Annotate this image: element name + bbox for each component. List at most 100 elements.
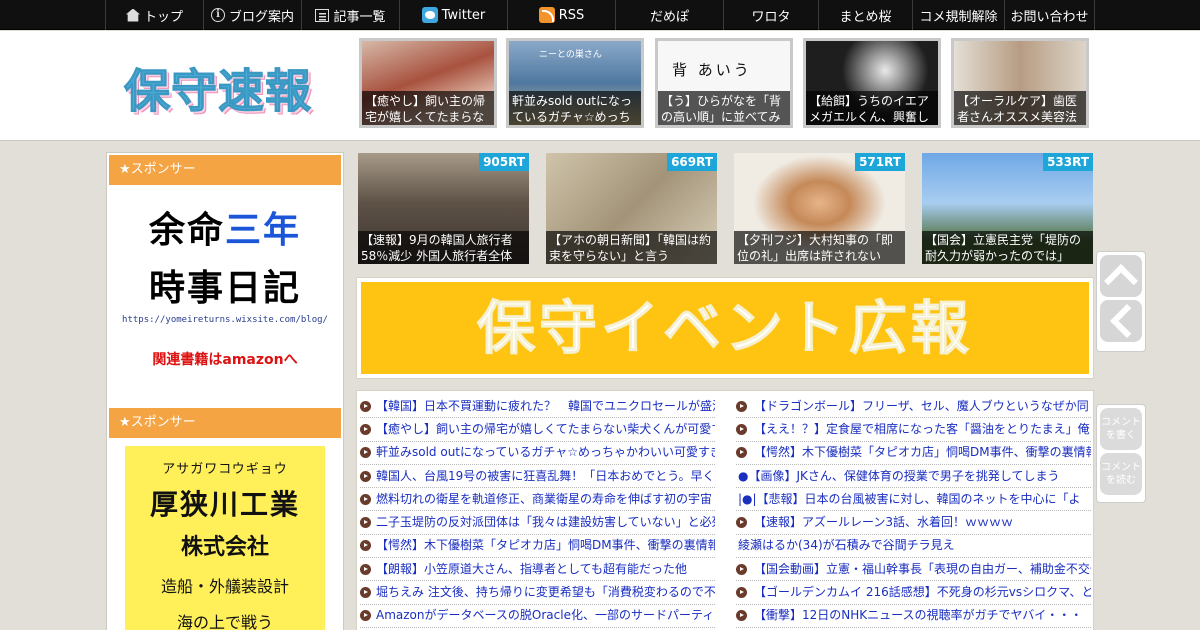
list-item[interactable]: ●【画像】JKさん、保健体育の授業で男子を挑発してしまう (736, 465, 1091, 489)
link-text: 【ドラゴンボール】フリーザ、セル、魔人ブウというなぜか同じ (754, 398, 1091, 413)
ranking-card[interactable]: 571RT 【夕刊フジ】大村知事の「即位の礼」出席は許されない (734, 153, 905, 264)
nav-damepo[interactable]: だめぽ (615, 0, 723, 30)
list-item[interactable]: 【ゴールデンカムイ 216話感想】不死身の杉元vsシロクマ、とん (736, 581, 1091, 605)
header-thumb[interactable]: ニーとの巣さん 軒並みsold outになっているガチャ☆めっちゃかわいい (506, 38, 644, 128)
nav-contact[interactable]: お問い合わせ (1004, 0, 1095, 30)
nav-label: RSS (558, 7, 585, 23)
floating-comment-panel: コメントを書く コメントを読む (1096, 404, 1146, 503)
list-item[interactable]: 【朗報】小笠原道大さん、指導者としても超有能だった他 (360, 558, 715, 582)
ad-company-name: 厚狭川工業 (149, 488, 300, 521)
back-button[interactable] (1100, 300, 1144, 342)
event-banner-text: 保守イベント広報 (361, 282, 1089, 374)
info-icon: i (210, 8, 225, 22)
site-logo[interactable]: 保守速報 (124, 55, 312, 121)
ad-company-type: 株式会社 (180, 535, 269, 560)
nav-label: お問い合わせ (1010, 9, 1089, 25)
list-item[interactable]: 【韓国】日本不買運動に疲れた？ 韓国でユニクロセールが盛況 (360, 395, 715, 419)
retweet-count-badge: 571RT (855, 153, 905, 171)
nav-matome-sakura[interactable]: まとめ桜 (818, 0, 912, 30)
read-comment-button[interactable]: コメントを読む (1100, 453, 1142, 495)
arrow-bullet-icon (736, 563, 747, 575)
header-thumb[interactable]: 【癒やし】飼い主の帰宅が嬉しくてたまらない柴犬くん (359, 38, 497, 128)
arrow-bullet-icon (360, 400, 371, 412)
floating-nav-panel (1096, 251, 1146, 352)
list-icon (315, 8, 330, 22)
thumb-overlay-text: 背 あいう (672, 61, 752, 79)
ad-business: 造船・外艤装設計 (160, 577, 289, 596)
arrow-bullet-icon (360, 447, 371, 459)
ranking-caption: 【夕刊フジ】大村知事の「即位の礼」出席は許されない (734, 231, 905, 264)
ranking-card[interactable]: 669RT 【アホの朝日新聞】「韓国は約束を守らない」と言う (546, 153, 717, 264)
list-item[interactable]: |●|【悲報】日本の台風被害に対し、韓国のネットを中心に「よ (736, 488, 1091, 512)
rss-icon (538, 7, 555, 23)
article-link-list: 【韓国】日本不買運動に疲れた？ 韓国でユニクロセールが盛況 【癒やし】飼い主の帰… (356, 390, 1094, 630)
header-thumb[interactable]: 【給餌】うちのイエアメガエルくん、興奮しすぎ (803, 38, 941, 128)
header-thumb[interactable]: 背 あいう 【う】ひらがなを「背の高い順」に並べてみた (655, 38, 793, 128)
list-item[interactable]: 【愕然】木下優樹菜「タピオカ店」恫喝DM事件、衝撃の裏情報 (360, 535, 715, 559)
list-item[interactable]: 韓国人、台風19号の被害に狂喜乱舞！「日本おめでとう。早く (360, 465, 715, 489)
ad-title-part: 三年 (225, 210, 302, 251)
nav-label: だめぽ (649, 9, 689, 25)
arrow-bullet-icon (736, 423, 747, 435)
list-item[interactable]: 綾瀬はるか(34)が石積みで谷間チラ見え (736, 535, 1091, 559)
ad-url: https://yomeireturns.wixsite.com/blog/ (122, 315, 328, 325)
list-item[interactable]: 【癒やし】飼い主の帰宅が嬉しくてたまらない柴犬くんが可愛すぎる (360, 418, 715, 442)
link-text: ●【画像】JKさん、保健体育の授業で男子を挑発してしまう (738, 468, 1060, 483)
retweet-count-badge: 669RT (667, 153, 717, 171)
sponsor-ad-asagawa[interactable]: アサガワコウギョウ 厚狭川工業 株式会社 造船・外艤装設計 海の上で戦う (125, 446, 325, 630)
list-item[interactable]: 【ドラゴンボール】フリーザ、セル、魔人ブウというなぜか同じ (736, 395, 1091, 419)
chevron-up-icon (1104, 264, 1138, 298)
nav-blog-guide[interactable]: i ブログ案内 (203, 0, 301, 30)
list-item[interactable]: 軒並みsold outになっているガチャ☆めっちゃかわいい可愛すぎる (360, 442, 715, 465)
arrow-bullet-icon (736, 400, 747, 412)
link-text: 綾瀬はるか(34)が石積みで谷間チラ見え (738, 538, 955, 553)
link-text: 軒並みsold outになっているガチャ☆めっちゃかわいい可愛すぎる (376, 445, 715, 460)
link-text: 堀ちえみ 注文後、持ち帰りに変更希望も「消費税変わるので不可 (376, 585, 715, 600)
link-text: 【衝撃】12日のNHKニュースの視聴率がガチでヤバイ・・・ (754, 608, 1083, 623)
ad-amazon-link[interactable]: 関連書籍はamazonへ (109, 349, 341, 369)
list-item[interactable]: 【衝撃】12日のNHKニュースの視聴率がガチでヤバイ・・・ (736, 605, 1091, 628)
ranking-card[interactable]: 533RT 【国会】立憲民主党「堤防の耐久力が弱かったのでは」 (922, 153, 1093, 264)
list-item[interactable]: 燃料切れの衛星を軌道修正、商業衛星の寿命を伸ばす初の宇宙 (360, 488, 715, 512)
link-text: 【国会動画】立憲・福山幹事長「表現の自由ガー、補助金不交付 (754, 561, 1091, 576)
list-item[interactable]: 【国会動画】立憲・福山幹事長「表現の自由ガー、補助金不交付 (736, 558, 1091, 582)
event-banner[interactable]: 保守イベント広報 (356, 277, 1094, 379)
ranking-card[interactable]: 905RT 【速報】9月の韓国人旅行者58％減少 外国人旅行者全体 (358, 153, 529, 264)
sponsor-ad-yomei[interactable]: 余命三年 時事日記 https://yomeireturns.wixsite.c… (109, 195, 341, 375)
nav-label: 記事一覧 (333, 9, 386, 25)
list-item[interactable]: 【速報】アズールレーン3話、水着回！ｗｗｗｗ (736, 511, 1091, 535)
scroll-top-button[interactable] (1100, 255, 1142, 298)
nav-twitter[interactable]: Twitter (399, 0, 507, 30)
list-item[interactable]: 堀ちえみ 注文後、持ち帰りに変更希望も「消費税変わるので不可 (360, 581, 715, 605)
nav-warota[interactable]: ワロタ (723, 0, 818, 30)
link-text: 韓国人、台風19号の被害に狂喜乱舞！「日本おめでとう。早く (376, 468, 715, 483)
arrow-bullet-icon (360, 470, 371, 482)
link-text: 【速報】アズールレーン3話、水着回！ｗｗｗｗ (754, 515, 1014, 530)
arrow-bullet-icon (736, 517, 747, 529)
arrow-bullet-icon (360, 517, 371, 529)
nav-article-list[interactable]: 記事一覧 (301, 0, 399, 30)
ranking-caption: 【国会】立憲民主党「堤防の耐久力が弱かったのでは」 (922, 231, 1093, 264)
nav-top[interactable]: トップ (105, 0, 203, 30)
write-comment-button[interactable]: コメントを書く (1100, 408, 1142, 450)
list-item[interactable]: Amazonがデータベースの脱Oracle化、一部のサードパーティー (360, 605, 715, 628)
list-item[interactable]: 【愕然】木下優樹菜「タピオカ店」恫喝DM事件、衝撃の裏情報 (736, 442, 1091, 465)
nav-label: Twitter (441, 7, 486, 23)
sidebar: ★スポンサー 余命三年 時事日記 https://yomeireturns.wi… (106, 152, 344, 630)
list-item[interactable]: 【ええ！？】定食屋で相席になった客「醤油をとりたまえ」俺 (736, 418, 1091, 442)
nav-rss[interactable]: RSS (507, 0, 615, 30)
arrow-bullet-icon (360, 587, 371, 599)
link-text: 二子玉堤防の反対派団体は「我々は建設妨害していない」と必死 (376, 515, 715, 530)
arrow-bullet-icon (360, 493, 371, 505)
nav-comment-unblock[interactable]: コメ規制解除 (912, 0, 1004, 30)
link-text: 【朗報】小笠原道大さん、指導者としても超有能だった他 (376, 561, 688, 576)
arrow-bullet-icon (736, 610, 747, 622)
site-header: 保守速報 【癒やし】飼い主の帰宅が嬉しくてたまらない柴犬くん ニーとの巣さん 軒… (0, 31, 1200, 141)
header-thumb[interactable]: 【オーラルケア】歯医者さんオススメ美容法 (951, 38, 1089, 128)
list-item[interactable]: 二子玉堤防の反対派団体は「我々は建設妨害していない」と必死 (360, 511, 715, 535)
nav-label: ブログ案内 (228, 9, 294, 25)
nav-label: コメ規制解除 (919, 9, 998, 25)
link-text: 燃料切れの衛星を軌道修正、商業衛星の寿命を伸ばす初の宇宙 (376, 491, 713, 506)
arrow-bullet-icon (736, 447, 747, 459)
ad-slogan: 海の上で戦う (176, 613, 273, 630)
